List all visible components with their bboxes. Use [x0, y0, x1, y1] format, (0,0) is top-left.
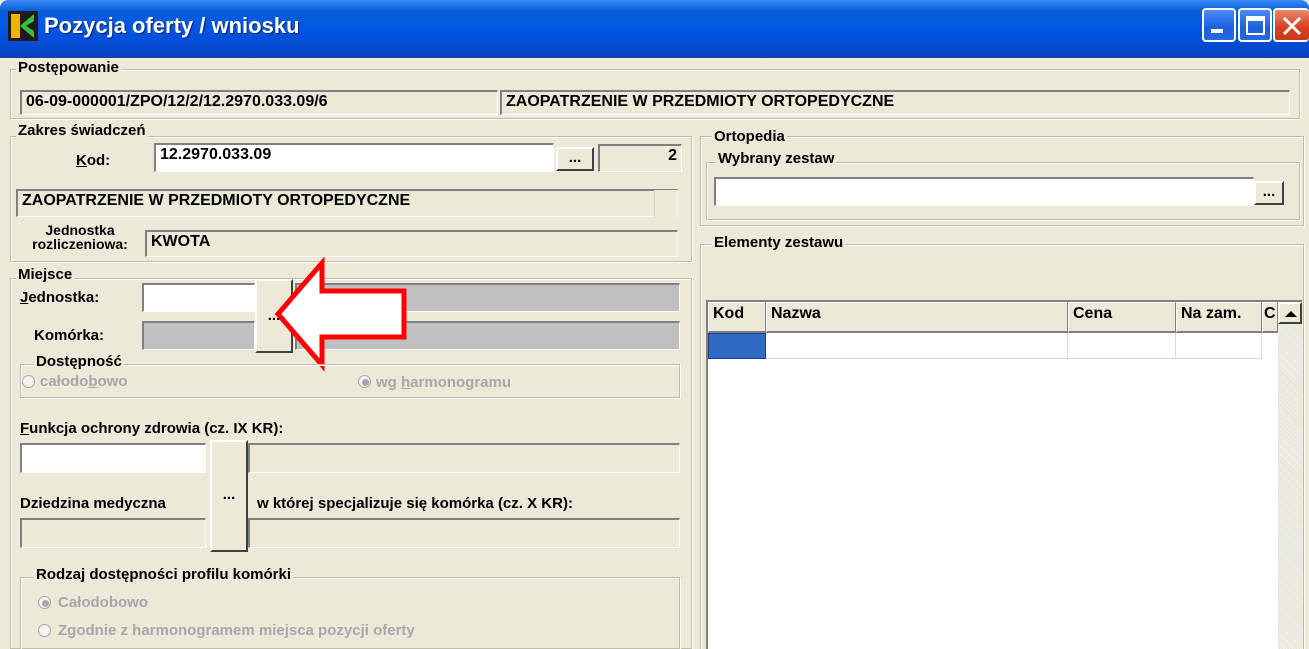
selected-cell[interactable] — [708, 333, 766, 359]
maximize-button[interactable] — [1238, 8, 1272, 42]
postepowanie-code-field: 06-09-000001/ZPO/12/2/12.2970.033.09/6 — [20, 90, 498, 115]
dziedzina-input[interactable] — [20, 518, 206, 548]
dostepnosc-label: Dostępność — [34, 353, 124, 370]
dziedzina-description-label: w której specjalizuje się komórka (cz. X… — [257, 495, 573, 512]
komorka-label: Komórka: — [34, 327, 105, 344]
postepowanie-name-field: ZAOPATRZENIE W PRZEDMIOTY ORTOPEDYCZNE — [500, 90, 1290, 115]
jednostka-rozliczeniowa-field: KWOTA — [145, 230, 678, 257]
grid-scrollbar[interactable] — [1278, 302, 1302, 649]
radio-rodzaj-calodobowo[interactable] — [38, 596, 51, 609]
wybrany-zestaw-button[interactable]: ... — [1254, 181, 1284, 205]
scroll-up-button[interactable] — [1278, 302, 1302, 324]
elementy-zestawu-label: Elementy zestawu — [712, 234, 846, 251]
grid-cell[interactable] — [1176, 333, 1262, 359]
close-icon — [1282, 16, 1302, 36]
minimize-icon — [1211, 29, 1223, 33]
radio-rodzaj-harmonogram-label: Zgodnie z harmonogramem miejsca pozycji … — [58, 622, 415, 639]
komorka-input[interactable] — [142, 321, 255, 350]
radio-rodzaj-harmonogram[interactable] — [38, 624, 51, 637]
funkcja-label: Funkcja ochrony zdrowia (cz. IX KR): — [20, 420, 284, 437]
app-logo-icon — [8, 11, 38, 41]
ortopedia-label: Ortopedia — [712, 128, 787, 145]
column-header-na-zam[interactable]: Na zam. — [1176, 302, 1262, 333]
radio-wg-harmonogramu[interactable] — [358, 375, 371, 388]
rodzaj-label: Rodzaj dostępności profilu komórki — [34, 566, 294, 583]
maximize-icon — [1246, 16, 1265, 35]
dziedzina-select-button[interactable]: ... — [210, 440, 248, 552]
dziedzina-label: Dziedzina medyczna — [20, 495, 166, 512]
minimize-button[interactable] — [1202, 8, 1236, 42]
jednostka-input[interactable] — [142, 283, 255, 312]
wybrany-zestaw-label: Wybrany zestaw — [716, 150, 837, 167]
column-header-nazwa[interactable]: Nazwa — [766, 302, 1068, 333]
grid-cell[interactable] — [1068, 333, 1176, 359]
kod-select-button[interactable]: ... — [556, 147, 594, 171]
column-header-cena[interactable]: Cena — [1068, 302, 1176, 333]
postepowanie-label: Postępowanie — [16, 59, 121, 76]
radio-calodobowo[interactable] — [22, 375, 35, 388]
radio-rodzaj-calodobowo-label: Całodobowo — [58, 594, 148, 611]
close-button[interactable] — [1273, 8, 1309, 42]
window-title: Pozycja oferty / wniosku — [44, 13, 300, 38]
funkcja-input[interactable] — [20, 443, 206, 473]
red-arrow-icon — [274, 256, 407, 372]
radio-calodobowo-label: całodobowo — [40, 373, 128, 390]
arrow-up-icon — [1285, 311, 1297, 317]
zakres-label: Zakres świadczeń — [16, 122, 148, 139]
dziedzina-name-field — [248, 518, 680, 548]
kod-count-field: 2 — [598, 144, 682, 172]
wybrany-zestaw-field[interactable] — [714, 177, 1254, 206]
description-scrollbar[interactable] — [654, 190, 677, 217]
funkcja-name-field — [248, 443, 680, 473]
jednostka-rozliczeniowa-label: Jednostka rozliczeniowa: — [32, 222, 128, 252]
zakres-description-field: ZAOPATRZENIE W PRZEDMIOTY ORTOPEDYCZNE — [16, 189, 678, 217]
radio-wg-harmonogramu-label: wg harmonogramu — [376, 374, 512, 391]
kod-label: Kod: — [76, 152, 111, 169]
miejsce-label: Miejsce — [16, 266, 75, 283]
column-header-kod[interactable]: Kod — [708, 302, 766, 333]
grid-cell[interactable] — [766, 333, 1068, 359]
jednostka-label: Jednostka: — [20, 289, 100, 306]
column-header-c[interactable]: C — [1262, 302, 1278, 333]
kod-field[interactable]: 12.2970.033.09 — [154, 143, 554, 172]
